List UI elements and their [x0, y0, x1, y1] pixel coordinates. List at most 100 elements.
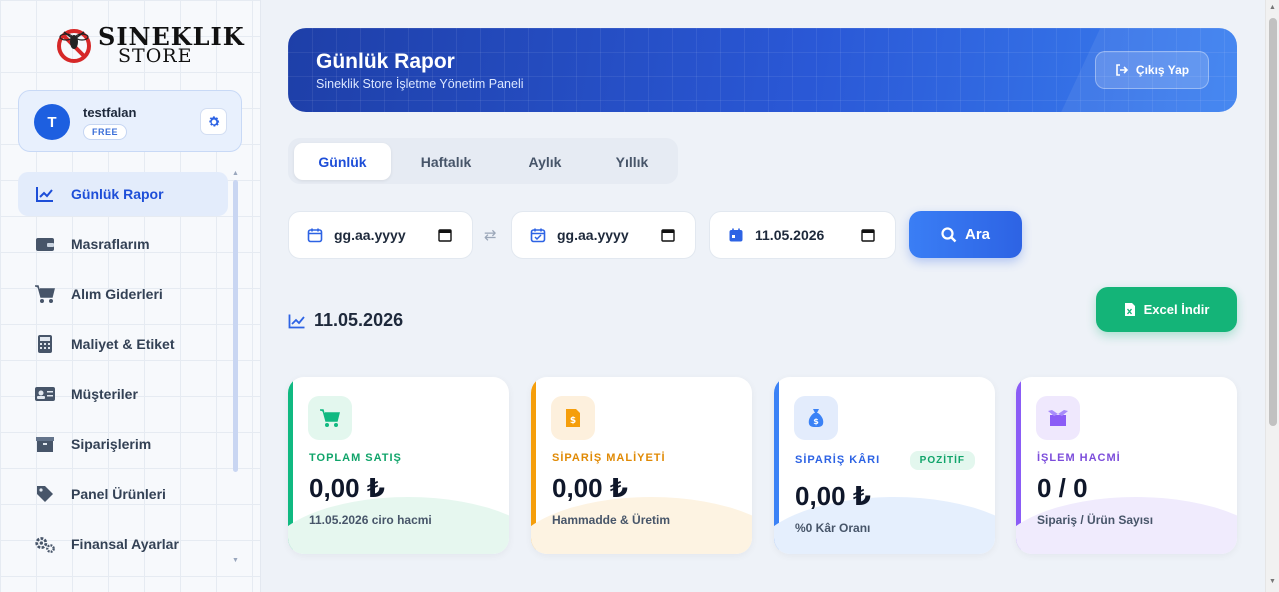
plan-badge: FREE: [83, 124, 128, 140]
brand-logo[interactable]: SINEKLIK STORE: [52, 20, 244, 68]
calendar-icon: [307, 228, 323, 243]
single-date-input[interactable]: 11.05.2026: [709, 211, 896, 259]
calculator-icon: [34, 333, 56, 355]
sidebar-item-label: Günlük Rapor: [71, 186, 164, 202]
date-picker-icon[interactable]: [438, 228, 452, 242]
sidebar-item-label: Siparişlerim: [71, 436, 152, 452]
sidebar-item-siparislerim[interactable]: Siparişlerim: [18, 422, 228, 466]
user-name: testfalan: [83, 105, 137, 120]
tab-haftalik[interactable]: Haftalık: [400, 143, 492, 180]
sidebar-item-label: Müşteriler: [71, 386, 138, 402]
card-label: İŞLEM HACMİ: [1037, 452, 1121, 464]
box-open-icon: [1048, 410, 1068, 426]
money-bag-icon: $: [808, 409, 824, 427]
svg-text:$: $: [570, 416, 576, 426]
date-picker-icon[interactable]: [861, 228, 875, 242]
page-subtitle: Sineklik Store İşletme Yönetim Paneli: [316, 77, 524, 91]
sidebar-scroll-down[interactable]: ▼: [232, 557, 239, 564]
stat-card-total-sales: TOPLAM SATIŞ 0,00 ₺ 11.05.2026 ciro hacm…: [288, 377, 509, 554]
card-value: 0,00 ₺: [309, 473, 385, 503]
report-date-heading: 11.05.2026: [288, 310, 403, 331]
chart-line-icon: [288, 314, 305, 328]
sidebar-item-alim-giderleri[interactable]: Alım Giderleri: [18, 272, 228, 316]
user-card: T testfalan FREE: [18, 90, 242, 152]
start-date-input[interactable]: gg.aa.yyyy: [288, 211, 473, 259]
gears-icon: [34, 533, 56, 555]
logout-button[interactable]: Çıkış Yap: [1095, 51, 1209, 89]
sidebar-item-label: Maliyet & Etiket: [71, 336, 175, 352]
search-icon: [941, 226, 957, 242]
card-subtext: %0 Kâr Oranı: [795, 521, 871, 535]
search-button[interactable]: Ara: [909, 211, 1022, 258]
stat-card-order-cost: $ SİPARİŞ MALİYETİ 0,00 ₺ Hammadde & Üre…: [531, 377, 752, 554]
avatar: T: [34, 104, 70, 140]
excel-download-button[interactable]: Excel İndir: [1096, 287, 1237, 332]
card-value: 0 / 0: [1037, 473, 1088, 503]
sidebar-item-label: Masraflarım: [71, 236, 150, 252]
swap-arrows-icon: ⇄: [484, 227, 497, 244]
card-icon-box: [1036, 396, 1080, 440]
page-header: Günlük Rapor Sineklik Store İşletme Yöne…: [288, 28, 1237, 112]
chart-line-icon: [34, 183, 56, 205]
sign-out-icon: [1116, 64, 1129, 76]
sidebar-item-gunluk-rapor[interactable]: Günlük Rapor: [18, 172, 228, 216]
cart-icon: [320, 409, 340, 427]
scroll-up-arrow[interactable]: ▲: [1269, 4, 1276, 11]
sidebar-item-panel-urunleri[interactable]: Panel Ürünleri: [18, 472, 228, 516]
sidebar-item-musteriler[interactable]: Müşteriler: [18, 372, 228, 416]
tab-aylik[interactable]: Aylık: [500, 143, 590, 180]
sidebar-item-maliyet-etiket[interactable]: Maliyet & Etiket: [18, 322, 228, 366]
excel-label: Excel İndir: [1143, 302, 1210, 317]
sidebar-scrollbar[interactable]: [233, 180, 238, 472]
card-label: SİPARİŞ MALİYETİ: [552, 452, 666, 464]
card-subtext: 11.05.2026 ciro hacmi: [309, 513, 432, 527]
card-icon-box: [308, 396, 352, 440]
scrollbar-thumb[interactable]: [1269, 18, 1277, 426]
sidebar-nav: Günlük Rapor Masraflarım Alım Giderleri …: [18, 172, 228, 572]
brand-line2: STORE: [118, 45, 193, 67]
page-title: Günlük Rapor: [316, 50, 455, 73]
sidebar-item-label: Alım Giderleri: [71, 286, 163, 302]
wallet-icon: [34, 233, 56, 255]
start-date-placeholder: gg.aa.yyyy: [334, 227, 406, 243]
end-date-input[interactable]: gg.aa.yyyy: [511, 211, 696, 259]
tag-icon: [34, 483, 56, 505]
svg-text:$: $: [813, 417, 819, 426]
card-label: TOPLAM SATIŞ: [309, 452, 402, 464]
calendar-check-icon: [530, 228, 546, 243]
sidebar-item-masraflarim[interactable]: Masraflarım: [18, 222, 228, 266]
sidebar-item-finansal-ayarlar[interactable]: Finansal Ayarlar: [18, 522, 228, 566]
logout-label: Çıkış Yap: [1135, 63, 1190, 77]
gear-icon: [208, 115, 219, 127]
scroll-down-arrow[interactable]: ▼: [1269, 578, 1276, 585]
sidebar-scroll-up[interactable]: ▲: [232, 170, 239, 177]
sidebar-item-label: Panel Ürünleri: [71, 486, 166, 502]
calendar-day-icon: [729, 228, 743, 242]
sidebar-item-label: Finansal Ayarlar: [71, 536, 179, 552]
stat-card-transaction-volume: İŞLEM HACMİ 0 / 0 Sipariş / Ürün Sayısı: [1016, 377, 1237, 554]
page-scrollbar[interactable]: ▲ ▼: [1265, 0, 1279, 592]
card-value: 0,00 ₺: [552, 473, 628, 503]
tab-yillik[interactable]: Yıllık: [588, 143, 676, 180]
card-subtext: Sipariş / Ürün Sayısı: [1037, 513, 1154, 527]
card-icon-box: $: [551, 396, 595, 440]
user-settings-button[interactable]: [200, 108, 227, 135]
tab-gunluk[interactable]: Günlük: [294, 143, 391, 180]
sidebar: SINEKLIK STORE T testfalan FREE Günlük R…: [0, 0, 261, 592]
box-icon: [34, 433, 56, 455]
positive-badge: POZİTİF: [909, 451, 975, 470]
id-card-icon: [34, 383, 56, 405]
mosquito-logo-icon: [57, 29, 91, 63]
card-subtext: Hammadde & Üretim: [552, 513, 671, 527]
date-picker-icon[interactable]: [661, 228, 675, 242]
single-date-value: 11.05.2026: [755, 227, 825, 243]
report-date: 11.05.2026: [314, 310, 404, 330]
end-date-placeholder: gg.aa.yyyy: [557, 227, 629, 243]
cart-icon: [34, 283, 56, 305]
file-invoice-dollar-icon: $: [566, 409, 580, 427]
card-value: 0,00 ₺: [795, 481, 871, 511]
stat-card-order-profit: $ SİPARİŞ KÂRI POZİTİF 0,00 ₺ %0 Kâr Ora…: [774, 377, 995, 554]
card-icon-box: $: [794, 396, 838, 440]
file-excel-icon: [1124, 303, 1135, 316]
period-tabs: Günlük Haftalık Aylık Yıllık: [288, 138, 678, 184]
